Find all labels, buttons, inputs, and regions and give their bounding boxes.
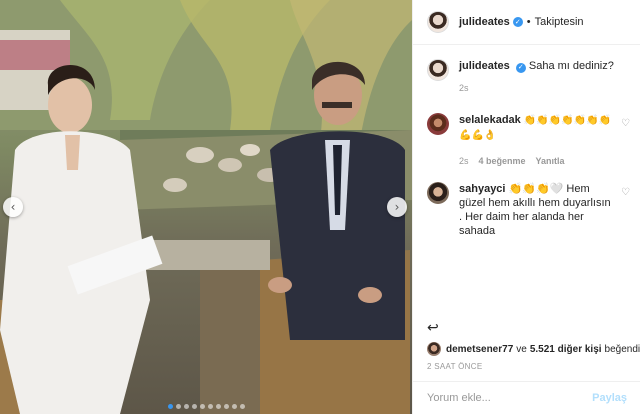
post-side-panel: julideates ✓ • Takiptesin julideates ✓ S… — [412, 0, 640, 414]
post-actions: ↩ — [427, 318, 439, 338]
comment-list: julideates ✓ Saha mı dediniz? 2s selalek… — [413, 45, 640, 238]
verified-badge-icon: ✓ — [515, 63, 526, 73]
likes-connector: ve — [516, 343, 527, 355]
liker-avatar[interactable] — [427, 342, 441, 356]
like-comment-heart-icon[interactable]: ♡ — [621, 117, 630, 131]
comment-time: 2s — [459, 156, 469, 166]
likes-summary: demetsener77 ve 5.521 diğer kişi beğendi — [427, 342, 640, 356]
commenter-avatar[interactable] — [427, 182, 449, 204]
carousel-dot — [183, 404, 189, 409]
photo-illustration — [0, 0, 412, 414]
post-timestamp: 2 SAAT ÖNCE — [427, 362, 483, 371]
carousel-next-button[interactable]: › — [387, 197, 407, 217]
follow-status-button[interactable]: Takiptesin — [535, 16, 584, 28]
carousel-dot — [199, 404, 205, 409]
commenter-username[interactable]: selalekadak — [459, 114, 521, 126]
commenter-username[interactable]: julideates — [459, 60, 510, 72]
reply-arrow-icon[interactable]: ↩ — [427, 320, 439, 336]
post-comment-button[interactable]: Paylaş — [592, 392, 627, 404]
carousel-dot — [167, 404, 173, 409]
author-username[interactable]: julideates — [459, 16, 510, 28]
likes-count-link[interactable]: 5.521 diğer kişi — [530, 344, 602, 355]
comment-item: sahyayci 👏👏👏🤍 Hem güzel hem akıllı hem d… — [427, 182, 630, 238]
post-header: julideates ✓ • Takiptesin — [413, 0, 640, 45]
comment-time: 2s — [459, 83, 469, 93]
carousel-dot — [231, 404, 237, 409]
liker-username[interactable]: demetsener77 — [446, 344, 513, 355]
carousel-dot — [175, 404, 181, 409]
carousel-dot — [207, 404, 213, 409]
verified-badge-icon: ✓ — [512, 17, 523, 27]
comment-input[interactable] — [427, 392, 593, 404]
commenter-avatar[interactable] — [427, 59, 449, 81]
comment-text: Saha mı dediniz? — [528, 60, 614, 72]
header-separator: • — [526, 16, 531, 28]
carousel-dot — [215, 404, 221, 409]
reply-link[interactable]: Yanıtla — [536, 154, 565, 168]
author-avatar[interactable] — [427, 11, 449, 33]
likes-suffix: beğendi — [604, 343, 640, 355]
carousel-dot — [223, 404, 229, 409]
commenter-username[interactable]: sahyayci — [459, 183, 505, 195]
carousel-dot — [239, 404, 245, 409]
comment-item: selalekadak 👏👏👏👏👏👏👏💪💪👌 2s 4 beğenme Yanı… — [427, 113, 630, 168]
carousel-dot — [191, 404, 197, 409]
post-photo: ‹ › — [0, 0, 412, 414]
carousel-dots — [0, 404, 412, 409]
comment-form: Paylaş — [413, 381, 640, 414]
carousel-prev-button[interactable]: ‹ — [3, 197, 23, 217]
commenter-avatar[interactable] — [427, 113, 449, 135]
caption-comment: julideates ✓ Saha mı dediniz? 2s — [427, 59, 630, 95]
like-comment-heart-icon[interactable]: ♡ — [621, 186, 630, 200]
comment-likes-link[interactable]: 4 beğenme — [479, 154, 526, 168]
